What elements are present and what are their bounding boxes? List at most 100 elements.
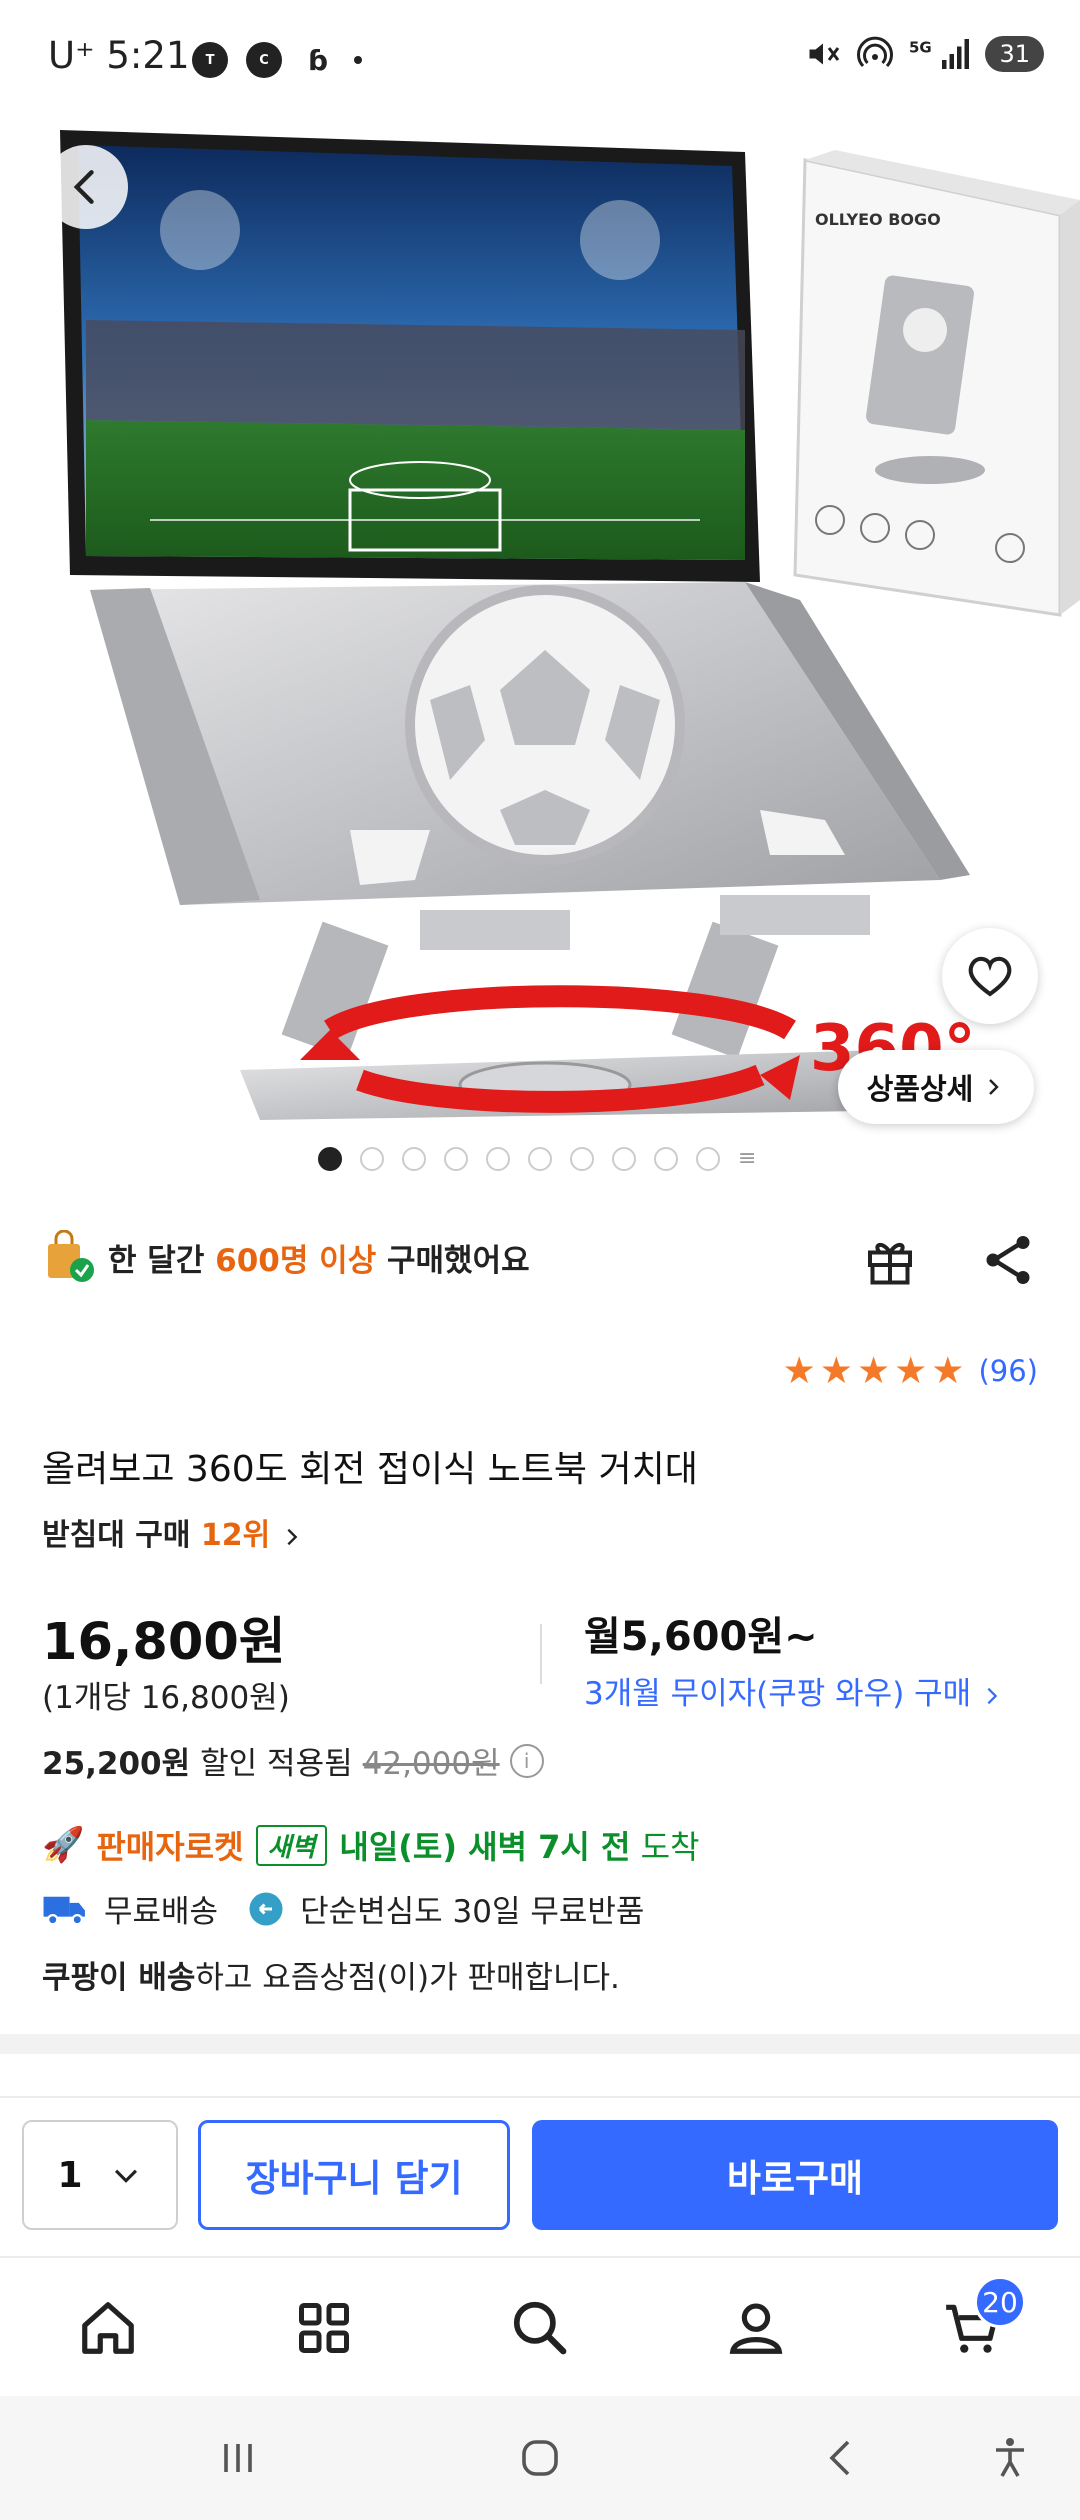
- product-detail-button[interactable]: 상품상세: [838, 1050, 1034, 1124]
- installment-link[interactable]: 3개월 무이자(쿠팡 와우) 구매: [584, 1668, 1003, 1713]
- carousel-dot[interactable]: [570, 1146, 594, 1171]
- section-divider: [0, 2034, 1080, 2054]
- carousel-dot[interactable]: [486, 1146, 510, 1171]
- system-back-button[interactable]: [812, 2428, 872, 2488]
- purchase-highlight: 600명 이상: [215, 1242, 377, 1279]
- tab-search[interactable]: [500, 2288, 580, 2368]
- carousel-dot[interactable]: [654, 1146, 678, 1171]
- carousel-dot[interactable]: [360, 1146, 384, 1171]
- status-bar: U⁺ 5:21 T C ɓ 5G 31: [0, 0, 1080, 120]
- delivery-row: 🚀 판매자로켓 새벽 내일(토) 새벽 7시 전 도착: [42, 1822, 699, 1868]
- purchase-prefix: 한 달간: [108, 1242, 216, 1279]
- carousel-dot[interactable]: [696, 1146, 720, 1171]
- svg-text:OLLYEO BOGO: OLLYEO BOGO: [815, 210, 941, 229]
- return-icon: [249, 1892, 283, 1925]
- quantity-select[interactable]: 1: [22, 2120, 178, 2230]
- search-icon: [513, 2301, 567, 2355]
- user-icon: [729, 2303, 783, 2354]
- star-icon: ★: [894, 1349, 928, 1392]
- quantity-value: 1: [57, 2154, 83, 2196]
- tab-home[interactable]: [68, 2288, 148, 2368]
- talk-icon: T: [192, 42, 228, 78]
- discount-row: 25,200원 할인 적용됨 42,000원 i: [42, 1738, 544, 1783]
- star-icon: ★: [856, 1349, 891, 1392]
- unit-price: (1개당 16,800원): [42, 1680, 290, 1716]
- installment-label: 3개월 무이자(쿠팡 와우) 구매: [584, 1676, 972, 1712]
- cart-count-badge: 20: [974, 2276, 1026, 2328]
- shipping-return-row: 무료배송 단순변심도 30일 무료반품: [42, 1886, 644, 1931]
- arrival-tail: 도착: [630, 1828, 700, 1866]
- home-circle-icon: [522, 2440, 558, 2476]
- purchase-action-bar: 1 장바구니 담기 바로구매: [0, 2096, 1080, 2252]
- info-icon[interactable]: i: [509, 1743, 544, 1778]
- product-photo: 360° OLLYEO BOGO: [60, 130, 1080, 1120]
- seller-rest: 하고 요즘상점(이)가 판매합니다.: [195, 1960, 620, 1996]
- carousel-dot[interactable]: [612, 1146, 636, 1171]
- star-icon: ★: [931, 1349, 965, 1392]
- share-icon: [986, 1236, 1030, 1284]
- discount-amount: 25,200원: [42, 1746, 191, 1782]
- rank-category: 받침대 구매: [42, 1518, 201, 1553]
- svg-text:5G: 5G: [909, 39, 932, 57]
- home-icon: [82, 2302, 134, 2354]
- original-price: 42,000원: [362, 1746, 500, 1782]
- dawn-delivery-badge: 새벽: [255, 1824, 328, 1866]
- carousel-dot[interactable]: [444, 1146, 468, 1171]
- chevron-right-icon: [287, 1528, 298, 1545]
- seller-shipper: 쿠팡이 배송: [42, 1960, 196, 1996]
- purchase-count-text: 한 달간 600명 이상 구매했어요: [108, 1235, 530, 1280]
- carousel-dot[interactable]: [528, 1146, 552, 1171]
- free-return-label: 단순변심도 30일 무료반품: [300, 1894, 645, 1930]
- more-notifications-icon: [354, 56, 362, 64]
- arrival-text: 내일(토) 새벽 7시 전 도착: [339, 1822, 699, 1868]
- mute-icon: [809, 43, 840, 65]
- shopping-bag-check-icon: [42, 1229, 96, 1284]
- carousel-dot[interactable]: [318, 1146, 342, 1171]
- status-carrier-time: U⁺ 5:21: [48, 34, 189, 77]
- chevron-left-icon: [829, 2440, 850, 2476]
- accessibility-button[interactable]: [980, 2428, 1040, 2488]
- chevron-right-icon: [989, 1079, 1000, 1095]
- add-to-cart-button[interactable]: 장바구니 담기: [198, 2120, 510, 2230]
- tab-my-account[interactable]: [716, 2288, 796, 2368]
- chevron-right-icon: [987, 1687, 998, 1704]
- back-button[interactable]: [44, 145, 128, 229]
- recent-apps-icon: [224, 2444, 252, 2472]
- star-icon: ★: [819, 1349, 853, 1392]
- seller-rocket-label: 판매자로켓: [96, 1828, 244, 1866]
- sale-price: 16,800원: [42, 1613, 286, 1672]
- system-status-icons: 5G 31: [805, 36, 1044, 72]
- product-detail-label: 상품상세: [866, 1072, 974, 1106]
- recent-apps-button[interactable]: [208, 2428, 268, 2488]
- rank-value: 12위: [200, 1518, 271, 1553]
- grid-icon: [299, 2303, 349, 2353]
- clock: 5:21: [106, 34, 190, 77]
- arrival-time: 내일(토) 새벽 7시 전: [339, 1828, 631, 1866]
- app-notification-icon: ɓ: [307, 43, 329, 77]
- system-navigation-bar: [0, 2396, 1080, 2520]
- tab-cart[interactable]: 20: [932, 2276, 1026, 2368]
- gift-button[interactable]: [860, 1230, 920, 1290]
- wishlist-button[interactable]: [942, 928, 1038, 1024]
- carousel-more-icon: ≡: [738, 1146, 757, 1171]
- free-shipping-label: 무료배송: [104, 1894, 219, 1930]
- star-icon: ★: [782, 1349, 816, 1392]
- tab-categories[interactable]: [284, 2288, 364, 2368]
- purchase-count-row: 한 달간 600명 이상 구매했어요: [42, 1229, 530, 1284]
- buy-now-button[interactable]: 바로구매: [532, 2120, 1058, 2230]
- price-divider: [540, 1624, 542, 1684]
- review-count-link[interactable]: (96): [978, 1354, 1038, 1388]
- truck-icon: [43, 1896, 85, 1925]
- carousel-indicator: ≡: [318, 1146, 756, 1171]
- battery-indicator: 31: [985, 36, 1044, 72]
- category-rank-link[interactable]: 받침대 구매 12위: [42, 1510, 303, 1554]
- discount-label: 할인 적용됨: [200, 1746, 353, 1782]
- bottom-tab-bar: 20: [0, 2256, 1080, 2396]
- carousel-dot[interactable]: [402, 1146, 426, 1171]
- home-system-button[interactable]: [510, 2428, 570, 2488]
- notification-icons: T C ɓ: [192, 42, 362, 78]
- product-image-carousel[interactable]: 360° OLLYEO BOGO 상품상세 ≡: [0, 0, 1080, 1190]
- share-button[interactable]: [978, 1230, 1038, 1290]
- rating-row[interactable]: ★ ★ ★ ★ ★ (96): [783, 1352, 1038, 1389]
- chevron-left-icon: [73, 170, 94, 204]
